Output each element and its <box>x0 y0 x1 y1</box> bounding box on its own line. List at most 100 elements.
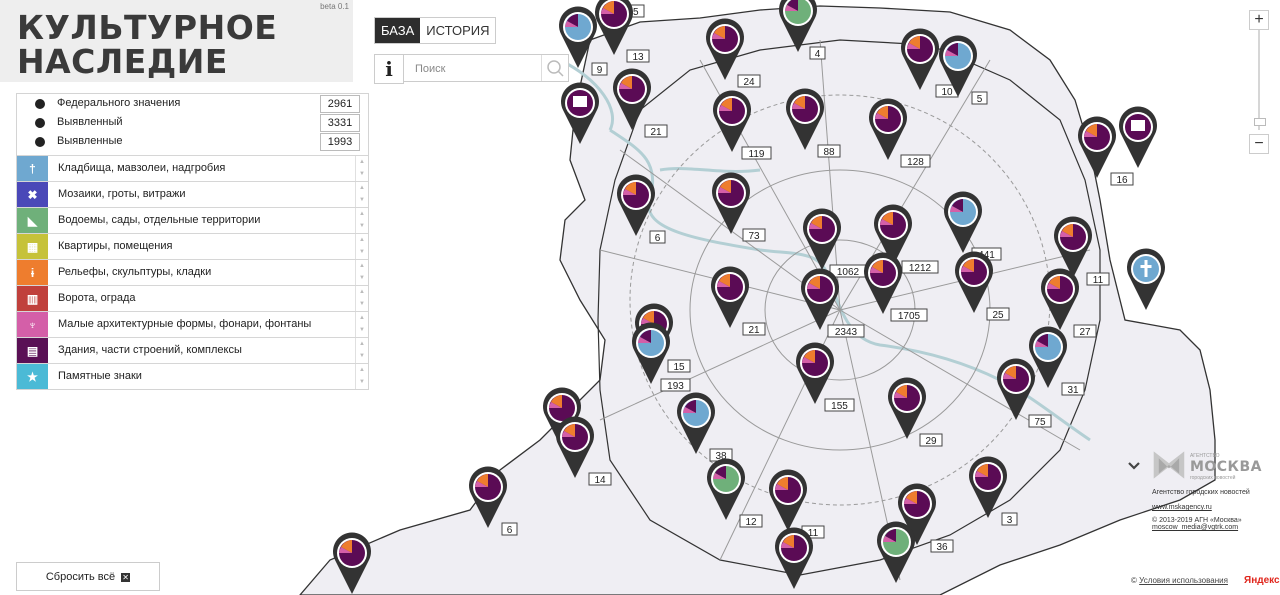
marker-count: 15 <box>673 362 685 373</box>
search-box <box>403 54 569 83</box>
agency-email-link[interactable]: moscow_media@vgtrk.com <box>1152 524 1262 531</box>
app-title-block: КУЛЬТУРНОЕ НАСЛЕДИЕ beta 0.1 <box>0 0 353 82</box>
mosaic-icon: ✖ <box>17 182 48 207</box>
tab-history[interactable]: ИСТОРИЯ <box>420 18 496 43</box>
beta-badge: beta 0.1 <box>320 2 349 11</box>
category-row[interactable]: ▦ Квартиры, помещения ▲ ▼ <box>17 233 368 259</box>
marker-count: 13 <box>632 52 644 63</box>
significance-dot-icon <box>35 118 45 128</box>
star-icon: ★ <box>17 364 48 389</box>
marker-count: 11 <box>1093 275 1104 286</box>
marker-count: 16 <box>1116 175 1128 186</box>
marker-count: 155 <box>831 401 848 412</box>
zoom-in-button[interactable]: + <box>1249 10 1269 30</box>
category-label: Памятные знаки <box>58 370 142 382</box>
category-label: Здания, части строений, комплексы <box>58 344 242 356</box>
zoom-control: + − <box>1249 10 1269 154</box>
marker-count: 21 <box>650 127 662 138</box>
agency-block: АГЕНТСТВО МОСКВА городских новостей Аген… <box>1152 447 1262 531</box>
building-icon: ▤ <box>17 338 48 363</box>
category-row[interactable]: ♆ Малые архитектурные формы, фонари, фонт… <box>17 311 368 337</box>
significance-label: Выявленные <box>57 135 123 147</box>
marker-count: 193 <box>667 381 684 392</box>
building-icon <box>1131 120 1145 131</box>
significance-row-identified[interactable]: Выявленный 3331 <box>17 113 368 132</box>
marker-count: 10 <box>941 87 953 98</box>
tab-base[interactable]: БАЗА <box>375 18 421 43</box>
category-label: Рельефы, скульптуры, кладки <box>58 266 212 278</box>
category-toggle[interactable]: ▲ ▼ <box>355 182 368 207</box>
chevron-down-icon[interactable] <box>1127 461 1141 471</box>
category-row[interactable]: ✖ Мозаики, гроты, витражи ▲ ▼ <box>17 181 368 207</box>
category-row[interactable]: ▤ Здания, части строений, комплексы ▲ ▼ <box>17 337 368 363</box>
category-toggle[interactable]: ▲ ▼ <box>355 208 368 233</box>
gate-icon: ▥ <box>17 286 48 311</box>
yandex-logo[interactable]: Яндекс <box>1244 575 1280 586</box>
significance-dot-icon <box>35 137 45 147</box>
marker-count: 1062 <box>837 267 860 278</box>
marker-count: 24 <box>743 77 755 88</box>
significance-row-federal[interactable]: Федерального значения 2961 <box>17 94 368 113</box>
marker-count: 119 <box>749 149 765 160</box>
close-icon: ✕ <box>121 572 131 582</box>
marker-count: 14 <box>594 475 606 486</box>
category-label: Водоемы, сады, отдельные территории <box>58 214 261 226</box>
category-toggle[interactable]: ▲ ▼ <box>355 364 368 389</box>
significance-count: 3331 <box>320 114 360 132</box>
category-row[interactable]: ▥ Ворота, ограда ▲ ▼ <box>17 285 368 311</box>
category-toggle[interactable]: ▲ ▼ <box>355 260 368 285</box>
significance-label: Выявленный <box>57 116 123 128</box>
marker-count: 75 <box>1034 417 1046 428</box>
info-button[interactable]: i <box>374 54 404 84</box>
search-icon[interactable] <box>541 55 568 81</box>
marker-count: 88 <box>823 147 835 158</box>
significance-count: 2961 <box>320 95 360 113</box>
marker-count: 31 <box>1067 385 1079 396</box>
category-row[interactable]: † Кладбища, мавзолеи, надгробия ▲ ▼ <box>17 155 368 181</box>
marker-count: 2343 <box>835 327 858 338</box>
significance-count: 1993 <box>320 133 360 151</box>
zoom-slider-track[interactable] <box>1254 30 1266 130</box>
marker-count: 6 <box>655 233 661 244</box>
category-toggle[interactable]: ▲ ▼ <box>355 338 368 363</box>
marker-count: 36 <box>936 542 948 553</box>
marker-count: 12 <box>745 517 757 528</box>
significance-label: Федерального значения <box>57 97 181 109</box>
category-row[interactable]: ɨ Рельефы, скульптуры, кладки ▲ ▼ <box>17 259 368 285</box>
agency-logo-icon <box>1153 451 1185 479</box>
category-toggle[interactable]: ▲ ▼ <box>355 312 368 337</box>
category-label: Ворота, ограда <box>58 292 136 304</box>
category-toggle[interactable]: ▲ ▼ <box>355 234 368 259</box>
app-title-line1: КУЛЬТУРНОЕ <box>17 8 278 47</box>
marker-count: 1705 <box>898 311 921 322</box>
sculpture-icon: ɨ <box>17 260 48 285</box>
marker-count: 4 <box>815 49 821 60</box>
marker-count: 128 <box>907 157 924 168</box>
marker-count: 9 <box>597 65 603 76</box>
building-icon <box>573 96 587 107</box>
marker-count: 29 <box>925 436 937 447</box>
significance-row-identified-plural[interactable]: Выявленные 1993 <box>17 132 368 151</box>
reset-all-button[interactable]: Сбросить всё ✕ <box>16 562 160 591</box>
leaf-icon: ◣ <box>17 208 48 233</box>
terms-link[interactable]: Условия использования <box>1139 576 1228 585</box>
search-input[interactable] <box>404 55 543 83</box>
agency-site-link[interactable]: www.mskagency.ru <box>1152 504 1262 511</box>
marker-count: 21 <box>748 325 760 336</box>
category-row[interactable]: ◣ Водоемы, сады, отдельные территории ▲ ▼ <box>17 207 368 233</box>
zoom-out-button[interactable]: − <box>1249 134 1269 154</box>
agency-copyright: © 2013-2019 АГН «Москва» <box>1152 517 1242 524</box>
marker-count: 6 <box>507 525 513 536</box>
category-label: Квартиры, помещения <box>58 240 173 252</box>
agency-brand-sub: городских новостей <box>1189 474 1236 481</box>
category-row[interactable]: ★ Памятные знаки ▲ ▼ <box>17 363 368 389</box>
marker-count: 5 <box>977 94 983 105</box>
zoom-slider-thumb[interactable] <box>1254 118 1266 126</box>
lantern-icon: ♆ <box>17 312 48 337</box>
marker-count: 25 <box>992 310 1004 321</box>
tab-bar: БАЗА ИСТОРИЯ <box>374 17 497 44</box>
category-label: Малые архитектурные формы, фонари, фонта… <box>58 318 312 330</box>
category-toggle[interactable]: ▲ ▼ <box>355 286 368 311</box>
category-toggle[interactable]: ▲ ▼ <box>355 156 368 181</box>
marker-count: 27 <box>1079 327 1091 338</box>
